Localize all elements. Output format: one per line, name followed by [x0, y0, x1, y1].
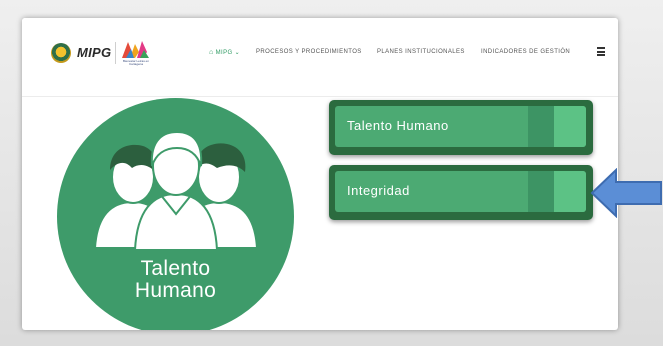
- nav-item-indicadores[interactable]: INDICADORES DE GESTIÓN: [481, 49, 570, 55]
- hamburger-menu-icon[interactable]: [597, 47, 605, 56]
- left-arrow-icon: [590, 168, 662, 218]
- card-inner: Integridad: [335, 171, 586, 212]
- hero-title-line2: Humano: [134, 279, 217, 302]
- logo-text[interactable]: MIPG: [77, 45, 111, 60]
- card-accent: [554, 171, 586, 212]
- nav-item-procesos[interactable]: PROCESOS Y PROCEDIMIENTOS: [256, 49, 362, 55]
- talento-humano-badge: Talento Humano: [57, 98, 294, 330]
- card-inner: Talento Humano: [335, 106, 586, 147]
- card-accent: [528, 171, 554, 212]
- web-page: MIPG Bienestar Letras en Cartagena ⌂ MIPG…: [22, 18, 618, 330]
- home-icon: ⌂: [209, 49, 214, 56]
- seal-icon[interactable]: [51, 43, 71, 63]
- card-label: Integridad: [347, 183, 410, 198]
- logo-caption: Bienestar Letras en Cartagena: [122, 59, 149, 66]
- integridad-button[interactable]: Integridad: [329, 165, 593, 220]
- nav-item-planes[interactable]: PLANES INSTITUCIONALES: [377, 49, 465, 55]
- card-label: Talento Humano: [347, 118, 449, 133]
- logo-divider: [115, 42, 116, 64]
- chevron-down-icon: ⌄: [234, 50, 241, 56]
- card-accent: [554, 106, 586, 147]
- nav-item-mipg[interactable]: ⌂ MIPG ⌄: [209, 49, 240, 56]
- nav-item-mipg-label: MIPG: [215, 50, 233, 56]
- top-navbar: MIPG Bienestar Letras en Cartagena ⌂ MIPG…: [22, 18, 618, 97]
- talento-humano-button[interactable]: Talento Humano: [329, 100, 593, 155]
- hero-title-line1: Talento: [140, 257, 211, 280]
- screenshot-frame: MIPG Bienestar Letras en Cartagena ⌂ MIPG…: [0, 0, 663, 346]
- card-accent: [528, 106, 554, 147]
